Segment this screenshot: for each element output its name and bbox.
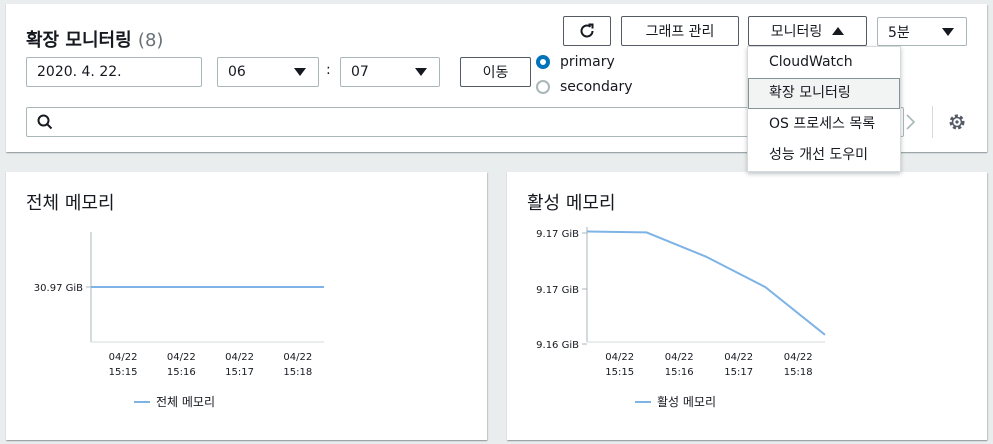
minute-select[interactable]: 07 bbox=[340, 57, 440, 87]
radio-primary[interactable]: primary bbox=[536, 54, 615, 70]
x-tick-label-date: 04/22 bbox=[109, 352, 138, 363]
menu-item-cloudwatch[interactable]: CloudWatch bbox=[748, 47, 900, 78]
interval-value: 5분 bbox=[888, 24, 910, 41]
x-tick-label-time: 15:16 bbox=[167, 367, 196, 378]
x-tick-label-date: 04/22 bbox=[605, 352, 634, 363]
gear-icon[interactable] bbox=[947, 112, 967, 132]
hour-value: 06 bbox=[228, 64, 246, 80]
graph-manage-button[interactable]: 그래프 관리 bbox=[621, 16, 739, 46]
x-tick-label-time: 15:16 bbox=[665, 367, 694, 378]
chevron-down-icon bbox=[942, 28, 954, 36]
chevron-down-icon bbox=[294, 68, 306, 76]
metric-count: (8) bbox=[137, 30, 164, 51]
monitoring-menu: CloudWatch 확장 모니터링 OS 프로세스 목록 성능 개선 도우미 bbox=[747, 46, 901, 172]
radio-primary-label: primary bbox=[560, 54, 615, 70]
date-input[interactable]: 2020. 4. 22. bbox=[26, 57, 202, 87]
y-tick-label: 30.97 GiB bbox=[34, 283, 83, 294]
divider bbox=[932, 106, 933, 138]
caret-up-icon bbox=[832, 27, 845, 35]
radio-unchecked-icon bbox=[536, 80, 550, 94]
time-separator: : bbox=[326, 62, 331, 78]
x-tick-label-time: 15:18 bbox=[784, 367, 813, 378]
y-tick-label: 9.17 GiB bbox=[536, 285, 579, 296]
hour-select[interactable]: 06 bbox=[217, 57, 319, 87]
x-tick-label-time: 15:18 bbox=[283, 367, 312, 378]
y-tick-label: 9.16 GiB bbox=[536, 340, 579, 351]
monitoring-button-label: 모니터링 bbox=[770, 24, 823, 40]
x-tick-label-date: 04/22 bbox=[784, 352, 813, 363]
minute-value: 07 bbox=[351, 64, 369, 80]
go-button[interactable]: 이동 bbox=[460, 57, 531, 87]
total-memory-chart: 30.97 GiB 04/22 15:15 04/22 15:16 04/22 15:17 0… bbox=[34, 232, 324, 409]
x-tick-label-date: 04/22 bbox=[665, 352, 694, 363]
search-icon bbox=[37, 114, 53, 130]
chart-card-total-memory: 전체 메모리 30.97 GiB 04/22 15:15 04/22 15:16 04/2… bbox=[6, 172, 487, 440]
x-tick-label-date: 04/22 bbox=[724, 352, 753, 363]
chevron-down-icon bbox=[415, 68, 427, 76]
x-tick-label-date: 04/22 bbox=[283, 352, 312, 363]
x-tick-label-time: 15:17 bbox=[724, 367, 753, 378]
legend-label: 전체 메모리 bbox=[156, 395, 215, 409]
radio-secondary[interactable]: secondary bbox=[536, 79, 633, 95]
page-title: 확장 모니터링 (8) bbox=[26, 26, 163, 52]
monitoring-dropdown-button[interactable]: 모니터링 bbox=[748, 16, 867, 46]
x-tick-label-date: 04/22 bbox=[225, 352, 254, 363]
active-memory-chart: 9.17 GiB 9.17 GiB 9.16 GiB 04/22 15:15 04/22 1… bbox=[536, 227, 826, 409]
menu-item-os-process-list[interactable]: OS 프로세스 목록 bbox=[748, 109, 900, 140]
page-title-text: 확장 모니터링 bbox=[26, 30, 132, 51]
radio-secondary-label: secondary bbox=[560, 79, 633, 95]
menu-item-performance-insights[interactable]: 성능 개선 도우미 bbox=[748, 140, 900, 171]
radio-checked-icon bbox=[536, 55, 550, 69]
x-tick-label-time: 15:15 bbox=[109, 367, 138, 378]
refresh-icon bbox=[580, 23, 594, 38]
interval-select[interactable]: 5분 bbox=[877, 17, 967, 46]
legend-label: 활성 메모리 bbox=[657, 395, 716, 409]
refresh-button[interactable] bbox=[563, 16, 611, 46]
x-tick-label-date: 04/22 bbox=[167, 352, 196, 363]
y-tick-label: 9.17 GiB bbox=[536, 229, 579, 240]
x-tick-label-time: 15:17 bbox=[225, 367, 254, 378]
menu-item-enhanced-monitoring[interactable]: 확장 모니터링 bbox=[748, 78, 900, 109]
chart-card-active-memory: 활성 메모리 9.17 GiB 9.17 GiB 9.16 GiB 04/22 15:1… bbox=[507, 172, 987, 440]
x-tick-label-time: 15:15 bbox=[605, 367, 634, 378]
series-line bbox=[586, 230, 826, 336]
chevron-right-icon[interactable] bbox=[902, 112, 918, 132]
